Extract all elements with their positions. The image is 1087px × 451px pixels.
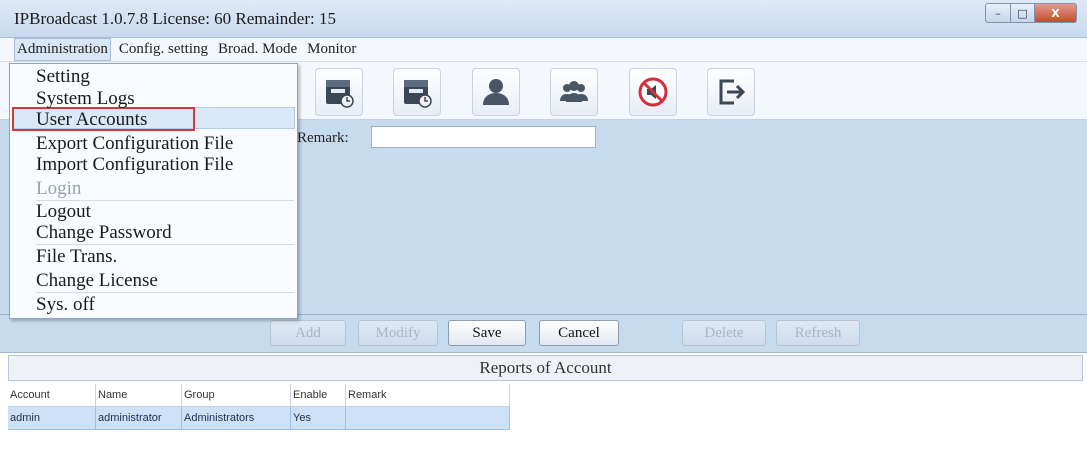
menu-item-login[interactable]: Login [36,178,81,199]
exit-icon [719,79,746,105]
title-bar: IPBroadcast 1.0.7.8 License: 60 Remainde… [0,0,1087,38]
delete-button[interactable]: Delete [682,320,766,346]
menu-item-export-configuration[interactable]: Export Configuration File [36,133,233,154]
menu-bar: Administration Config. setting Broad. Mo… [0,38,1087,62]
menu-broad-mode[interactable]: Broad. Mode [216,39,299,60]
window-controls: – □ X [985,3,1077,23]
menu-item-sys-off[interactable]: Sys. off [36,294,95,315]
cell-group: Administrators [182,407,291,430]
table-row[interactable]: admin administrator Administrators Yes [8,407,510,430]
action-button-bar: Add Modify Save Cancel Delete Refresh [0,315,1087,353]
window-title: IPBroadcast 1.0.7.8 License: 60 Remainde… [14,9,336,28]
cancel-button[interactable]: Cancel [539,320,619,346]
administration-dropdown: Setting System Logs User Accounts Export… [9,63,298,319]
remark-input[interactable] [371,126,596,148]
refresh-button[interactable]: Refresh [776,320,860,346]
schedule-calendar-icon [326,80,354,108]
cell-account: admin [8,407,96,430]
menu-item-logout[interactable]: Logout [36,201,91,222]
menu-item-change-license[interactable]: Change License [36,270,158,291]
save-button[interactable]: Save [448,320,526,346]
menu-separator [36,292,294,293]
schedule-clock-icon [404,80,432,108]
remark-label: Remark: [297,130,349,146]
menu-config-setting[interactable]: Config. setting [117,39,210,60]
menu-item-system-logs[interactable]: System Logs [36,88,135,109]
group-icon [560,81,588,102]
accounts-table: Account Name Group Enable Remark admin a… [8,384,510,430]
cell-enable: Yes [291,407,346,430]
schedule-clock-button[interactable] [393,68,441,116]
menu-item-change-password[interactable]: Change Password [36,222,172,243]
menu-item-setting[interactable]: Setting [36,66,90,87]
mute-icon [638,77,668,107]
add-button[interactable]: Add [270,320,346,346]
schedule-calendar-button[interactable] [315,68,363,116]
menu-monitor[interactable]: Monitor [305,39,358,60]
cell-name: administrator [96,407,182,430]
maximize-button[interactable]: □ [1011,3,1035,23]
modify-button[interactable]: Modify [358,320,438,346]
menu-separator [36,244,294,245]
column-header-name[interactable]: Name [96,384,182,407]
group-button[interactable] [550,68,598,116]
table-header-row: Account Name Group Enable Remark [8,384,510,407]
user-button[interactable] [472,68,520,116]
cell-remark [346,407,510,430]
menu-item-user-accounts[interactable]: User Accounts [36,109,147,130]
column-header-enable[interactable]: Enable [291,384,346,407]
column-header-group[interactable]: Group [182,384,291,407]
user-icon [483,79,509,105]
report-title: Reports of Account [8,355,1083,381]
column-header-remark[interactable]: Remark [346,384,510,407]
mute-button[interactable] [629,68,677,116]
menu-item-file-trans[interactable]: File Trans. [36,246,117,267]
column-header-account[interactable]: Account [8,384,96,407]
close-button[interactable]: X [1035,3,1077,23]
exit-button[interactable] [707,68,755,116]
minimize-button[interactable]: – [985,3,1011,23]
menu-administration[interactable]: Administration [14,38,111,61]
menu-item-import-configuration[interactable]: Import Configuration File [36,154,233,175]
